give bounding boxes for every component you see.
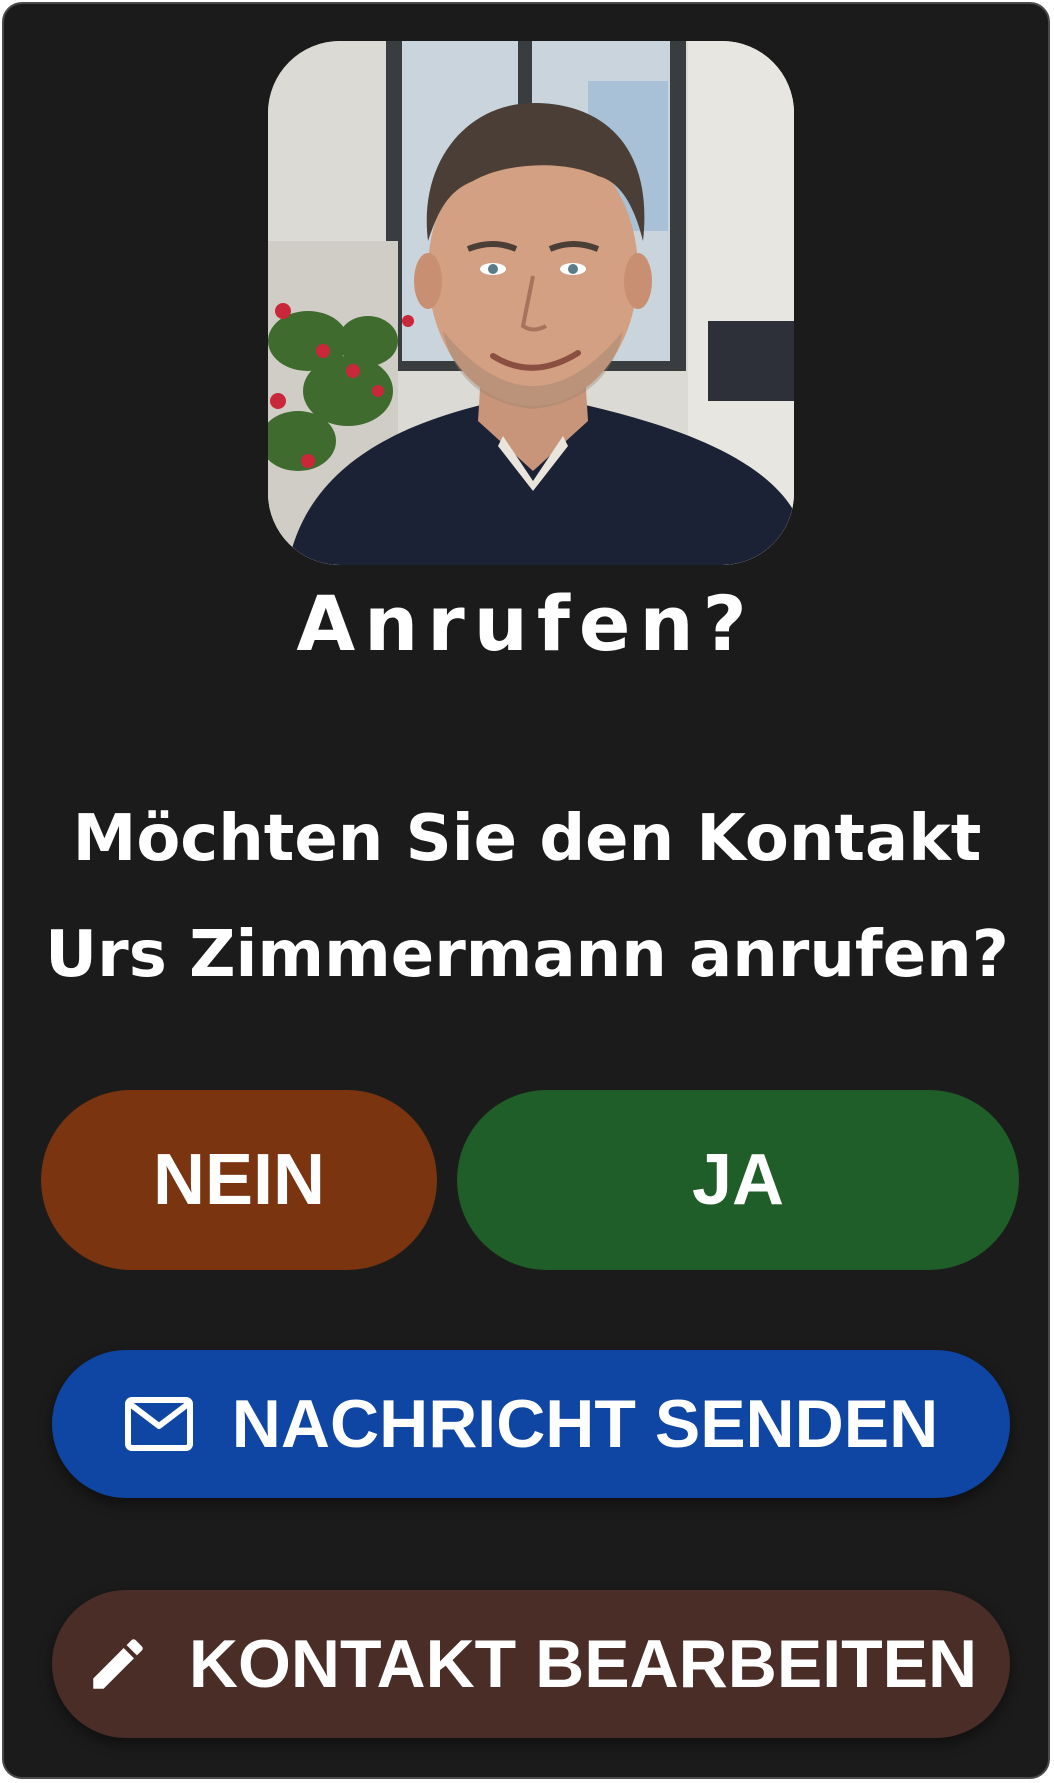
edit-contact-button[interactable]: KONTAKT BEARBEITEN bbox=[52, 1590, 1010, 1738]
send-message-label: NACHRICHT SENDEN bbox=[231, 1386, 939, 1462]
edit-contact-label: KONTAKT BEARBEITEN bbox=[188, 1626, 978, 1702]
pencil-icon bbox=[85, 1631, 151, 1697]
yes-button[interactable]: JA bbox=[457, 1090, 1019, 1270]
call-dialog: Anrufen? Möchten Sie den Kontakt Urs Zim… bbox=[2, 2, 1050, 1779]
question-line-1: Möchten Sie den Kontakt bbox=[72, 802, 982, 876]
question-line-2: Urs Zimmermann anrufen? bbox=[45, 918, 1009, 992]
no-button-label: NEIN bbox=[152, 1140, 326, 1220]
mail-icon bbox=[124, 1396, 194, 1452]
no-button[interactable]: NEIN bbox=[41, 1090, 437, 1270]
yes-button-label: JA bbox=[691, 1140, 785, 1220]
dialog-title: Anrufen? bbox=[296, 579, 756, 668]
dialog-question: Möchten Sie den Kontakt Urs Zimmermann a… bbox=[24, 781, 1030, 1013]
contact-photo bbox=[268, 41, 794, 565]
send-message-button[interactable]: NACHRICHT SENDEN bbox=[52, 1350, 1010, 1498]
